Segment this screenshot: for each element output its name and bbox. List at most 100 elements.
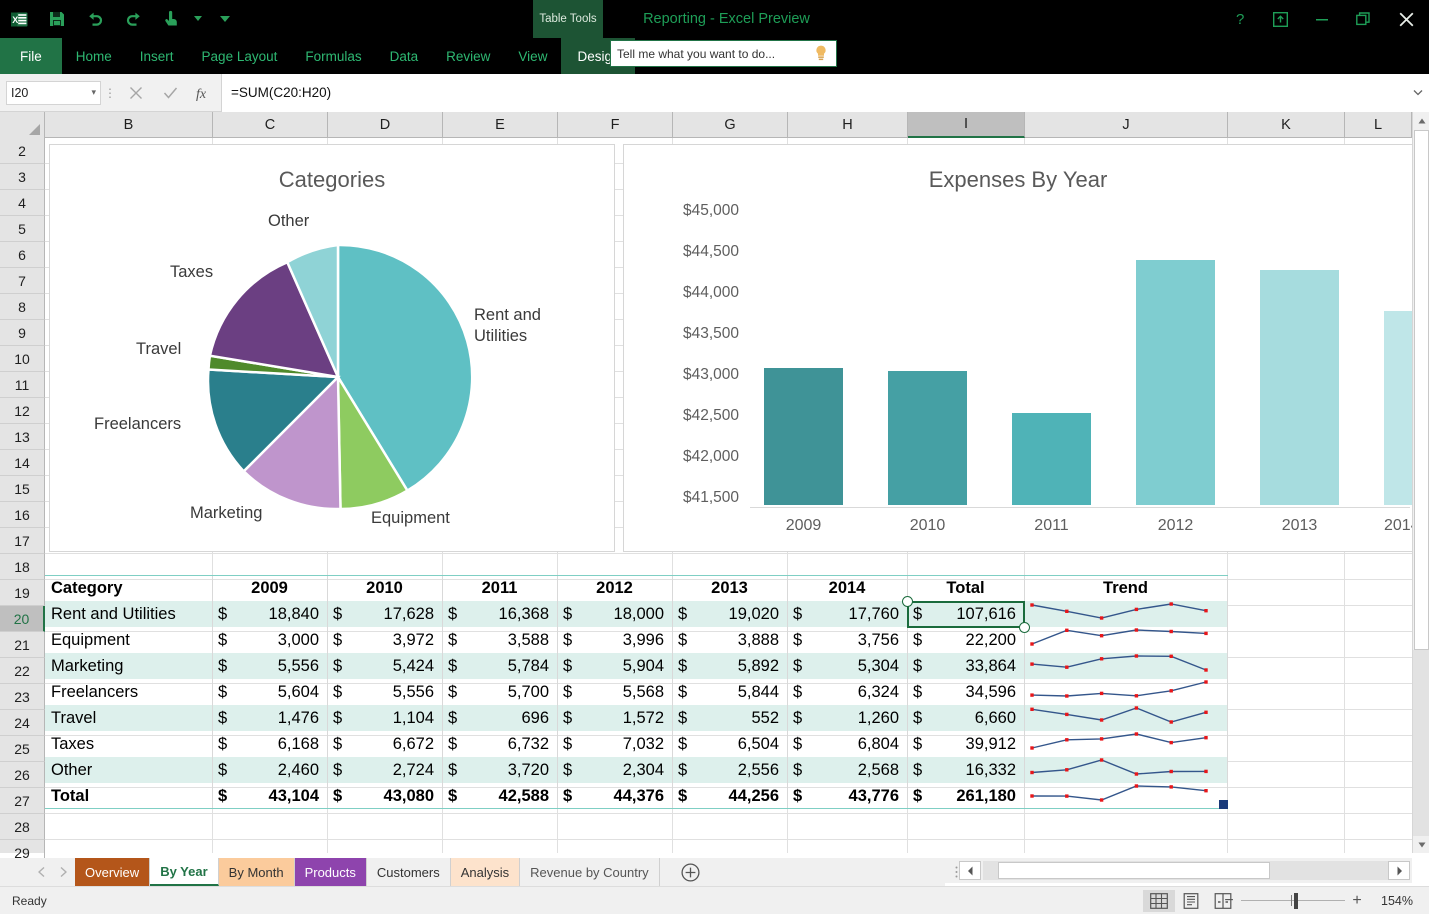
scroll-down-arrow-icon[interactable] (1413, 836, 1429, 853)
column-header-F[interactable]: F (558, 112, 673, 138)
row-header-15[interactable]: 15 (0, 476, 45, 502)
table-cell-2014[interactable]: $6,804 (787, 731, 907, 757)
table-cell-2010[interactable]: $2,724 (327, 757, 442, 783)
row-header-21[interactable]: 21 (0, 632, 45, 658)
table-cell-2013[interactable]: $19,020 (672, 601, 787, 627)
table-row[interactable]: Freelancers $5,604 $5,556 $5,700 $5,568 $5,84… (45, 679, 1228, 705)
row-header-13[interactable]: 13 (0, 424, 45, 450)
column-header-L[interactable]: L (1345, 112, 1412, 138)
column-header-D[interactable]: D (328, 112, 443, 138)
row-header-22[interactable]: 22 (0, 658, 45, 684)
vertical-scrollbar-thumb[interactable] (1414, 130, 1429, 650)
table-cell-category[interactable]: Travel (51, 705, 211, 731)
table-cell-2012[interactable]: $44,376 (557, 783, 672, 809)
tab-formulas[interactable]: Formulas (291, 38, 375, 74)
table-cell-total[interactable]: $6,660 (907, 705, 1024, 731)
sparkline-cell[interactable] (1024, 679, 1227, 705)
table-cell-2009[interactable]: $43,104 (212, 783, 327, 809)
touch-mode-caret-icon[interactable] (190, 0, 206, 38)
table-cell-2011[interactable]: $42,588 (442, 783, 557, 809)
zoom-slider-thumb[interactable] (1294, 893, 1298, 909)
table-cell-2012[interactable]: $18,000 (557, 601, 672, 627)
table-cell-2009[interactable]: $18,840 (212, 601, 327, 627)
horizontal-scrollbar[interactable] (945, 858, 1412, 883)
customize-qat-icon[interactable] (206, 0, 244, 38)
tell-me-search-box[interactable]: Tell me what you want to do... (610, 40, 837, 67)
redo-icon[interactable] (114, 0, 152, 38)
restore-icon[interactable] (1342, 0, 1383, 38)
table-cell-2012[interactable]: $2,304 (557, 757, 672, 783)
sheet-tab-customers[interactable]: Customers (367, 858, 451, 886)
row-header-16[interactable]: 16 (0, 502, 45, 528)
select-all-corner[interactable] (0, 112, 45, 138)
column-header-C[interactable]: C (213, 112, 328, 138)
table-cell-2013[interactable]: $552 (672, 705, 787, 731)
sparkline-cell[interactable] (1024, 783, 1227, 809)
row-header-18[interactable]: 18 (0, 554, 45, 580)
tab-home[interactable]: Home (62, 38, 126, 74)
zoom-percentage[interactable]: 154% (1369, 894, 1419, 908)
row-header-20[interactable]: 20 (0, 606, 45, 632)
table-row[interactable]: Other $2,460 $2,724 $3,720 $2,304 $2,556 $2,56… (45, 757, 1228, 783)
table-row[interactable]: Total $43,104 $43,080 $42,588 $44,376 $44,256… (45, 783, 1228, 809)
row-header-6[interactable]: 6 (0, 242, 45, 268)
table-cell-total[interactable]: $33,864 (907, 653, 1024, 679)
vertical-scrollbar[interactable] (1412, 112, 1429, 853)
table-cell-2010[interactable]: $1,104 (327, 705, 442, 731)
name-box[interactable]: I20 ▾ (6, 80, 101, 105)
table-cell-2010[interactable]: $17,628 (327, 601, 442, 627)
table-cell-category[interactable]: Other (51, 757, 211, 783)
table-cell-2011[interactable]: $5,784 (442, 653, 557, 679)
row-header-23[interactable]: 23 (0, 684, 45, 710)
tab-data[interactable]: Data (376, 38, 433, 74)
sheet-tab-overview[interactable]: Overview (75, 858, 151, 886)
sparkline-cell[interactable] (1024, 705, 1227, 731)
tab-file[interactable]: File (0, 38, 62, 74)
table-row[interactable]: Taxes $6,168 $6,672 $6,732 $7,032 $6,504 $6,80… (45, 731, 1228, 757)
hscroll-left-arrow-icon[interactable] (959, 861, 981, 880)
table-cell-total[interactable]: $34,596 (907, 679, 1024, 705)
row-header-17[interactable]: 17 (0, 528, 45, 554)
table-cell-2011[interactable]: $3,588 (442, 627, 557, 653)
table-cell-2012[interactable]: $5,904 (557, 653, 672, 679)
table-cell-total[interactable]: $261,180 (907, 783, 1024, 809)
table-cell-2009[interactable]: $3,000 (212, 627, 327, 653)
table-cell-2011[interactable]: $696 (442, 705, 557, 731)
ribbon-display-options-icon[interactable] (1260, 0, 1301, 38)
table-cell-2014[interactable]: $3,756 (787, 627, 907, 653)
table-cell-2014[interactable]: $1,260 (787, 705, 907, 731)
tab-page-layout[interactable]: Page Layout (188, 38, 292, 74)
bar-2010[interactable] (888, 371, 967, 505)
row-header-28[interactable]: 28 (0, 814, 45, 840)
table-cell-2013[interactable]: $44,256 (672, 783, 787, 809)
minimize-icon[interactable] (1301, 0, 1342, 38)
row-header-7[interactable]: 7 (0, 268, 45, 294)
hscroll-right-arrow-icon[interactable] (1388, 861, 1410, 880)
row-header-24[interactable]: 24 (0, 710, 45, 736)
scroll-up-arrow-icon[interactable] (1413, 112, 1429, 129)
table-cell-2009[interactable]: $5,604 (212, 679, 327, 705)
zoom-slider[interactable] (1241, 887, 1345, 914)
sparkline-cell[interactable] (1024, 627, 1227, 653)
table-cell-2010[interactable]: $3,972 (327, 627, 442, 653)
tab-view[interactable]: View (504, 38, 561, 74)
table-cell-2014[interactable]: $5,304 (787, 653, 907, 679)
horizontal-scrollbar-thumb[interactable] (998, 862, 1270, 879)
table-resize-handle[interactable] (1219, 800, 1228, 809)
enter-check-icon[interactable] (153, 74, 187, 112)
sparkline-cell[interactable] (1024, 601, 1227, 627)
row-header-19[interactable]: 19 (0, 580, 45, 606)
insert-function-fx-icon[interactable]: fx (187, 74, 221, 112)
row-header-4[interactable]: 4 (0, 190, 45, 216)
touch-mode-icon[interactable] (152, 0, 190, 38)
table-cell-total[interactable]: $22,200 (907, 627, 1024, 653)
help-question-icon[interactable]: ? (1219, 0, 1260, 38)
bar-2014[interactable] (1384, 311, 1412, 505)
row-header-8[interactable]: 8 (0, 294, 45, 320)
tab-review[interactable]: Review (432, 38, 504, 74)
bar-2009[interactable] (764, 368, 843, 505)
selected-cell-I20[interactable] (907, 601, 1025, 628)
table-cell-category[interactable]: Equipment (51, 627, 211, 653)
row-header-10[interactable]: 10 (0, 346, 45, 372)
bar-2012[interactable] (1136, 260, 1215, 505)
